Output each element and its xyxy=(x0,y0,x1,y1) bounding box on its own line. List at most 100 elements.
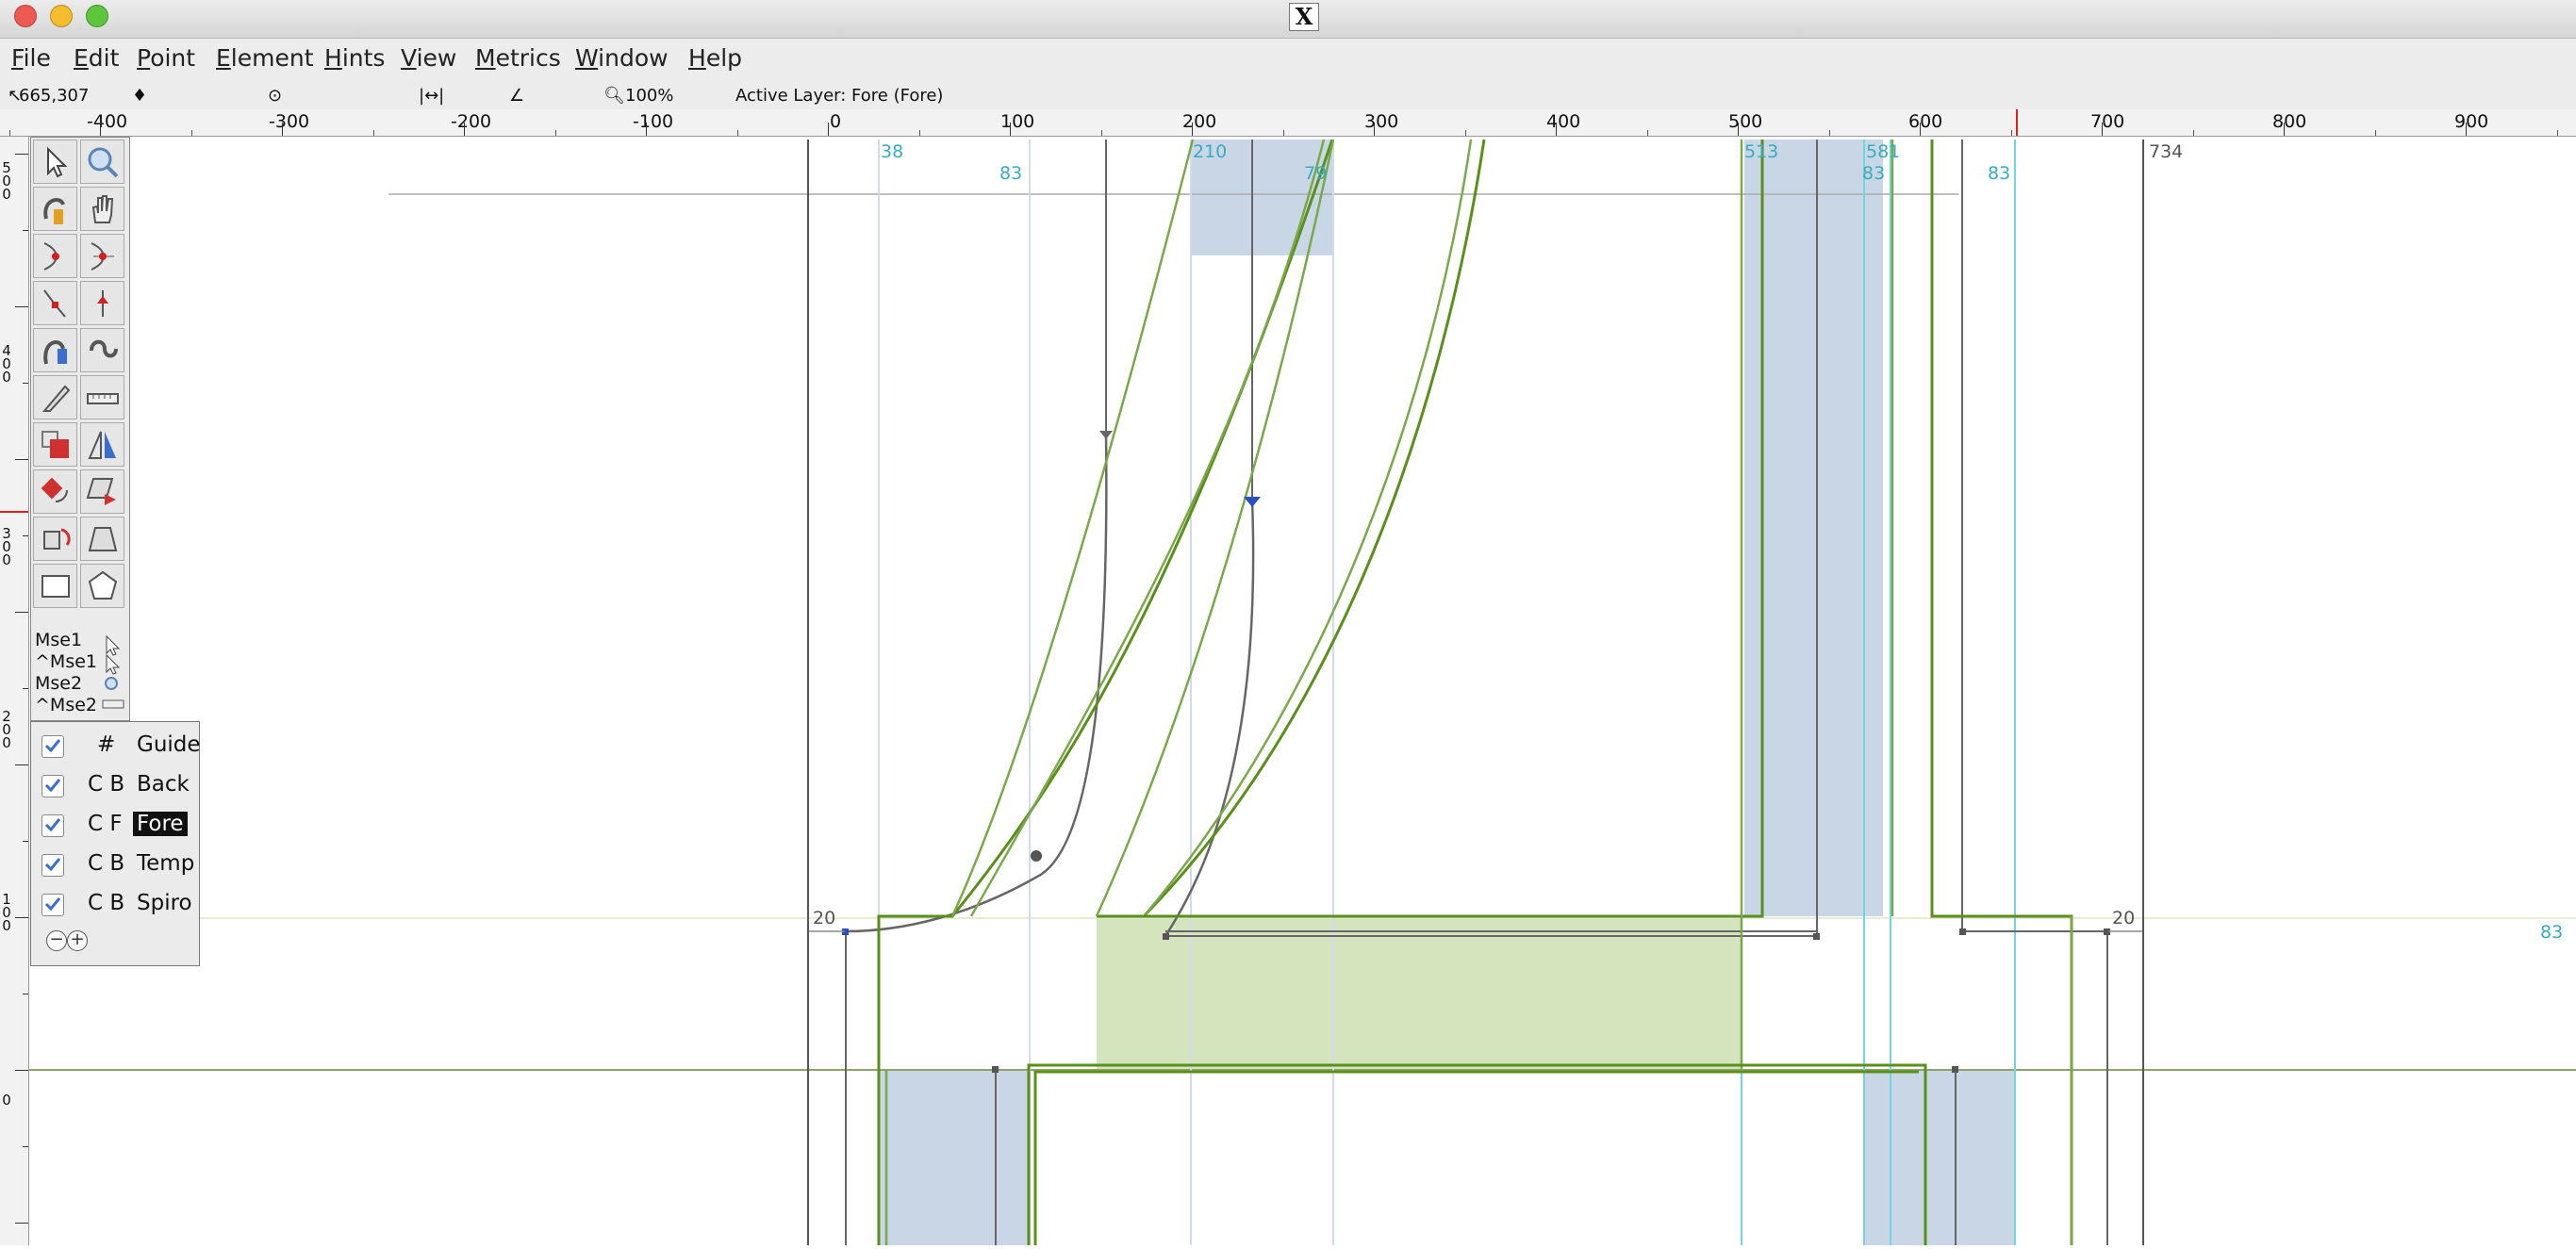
ruler-label: 900 xyxy=(2454,111,2489,132)
left-sidebearing-label: 20 xyxy=(813,908,835,929)
menu-window[interactable]: Window xyxy=(575,44,669,72)
control-point[interactable] xyxy=(1163,933,1169,940)
control-point[interactable] xyxy=(992,1066,999,1073)
pointer-tool[interactable] xyxy=(33,140,77,184)
layer-row-back[interactable]: C B Back xyxy=(39,767,193,803)
ruler-tick xyxy=(1374,123,1375,136)
magnify-tool[interactable] xyxy=(80,140,124,184)
rotate-icon xyxy=(41,477,68,502)
menu-file[interactable]: File xyxy=(11,44,51,72)
hint-region xyxy=(878,1070,1029,1245)
ruler-tick xyxy=(2102,123,2103,136)
menu-element[interactable]: Element xyxy=(216,44,314,72)
layer-name[interactable]: Temp xyxy=(133,851,198,876)
ruler-tick xyxy=(1556,123,1557,136)
layer-row-spiro[interactable]: C B Spiro xyxy=(39,886,193,922)
corner-point-tool[interactable] xyxy=(33,281,77,325)
control-point[interactable] xyxy=(1813,933,1820,940)
zoom-window-button[interactable] xyxy=(86,5,108,27)
layer-visible-checkbox[interactable] xyxy=(41,735,64,758)
distance-icon: |↔| xyxy=(419,86,445,106)
layer-visible-checkbox[interactable] xyxy=(41,775,64,797)
control-point[interactable] xyxy=(1099,431,1113,439)
rectangle-tool[interactable] xyxy=(33,564,77,608)
layer-name[interactable]: Fore xyxy=(133,812,188,836)
hint-region xyxy=(1744,140,1883,916)
hint-label: 83 xyxy=(2540,922,2563,943)
glyph-outline xyxy=(950,139,1195,917)
3d-rotate-tool[interactable] xyxy=(33,517,77,561)
freehand-icon xyxy=(42,197,65,224)
menu-view[interactable]: View xyxy=(401,44,456,72)
spiro-tool[interactable] xyxy=(80,328,124,372)
polygon-tool[interactable] xyxy=(80,564,124,608)
rectangle-icon xyxy=(41,574,70,598)
minimize-window-button[interactable] xyxy=(50,5,73,27)
glyph-canvas[interactable]: 38 83 210 79 513 581 83 83 734 20 20 83 xyxy=(29,137,2576,1245)
hint-label: 38 xyxy=(881,141,903,162)
background-curve xyxy=(1164,499,1255,937)
ruler-tick xyxy=(23,1146,28,1147)
tools-palette: Mse1 ^Mse1 Mse2 ^Mse2 xyxy=(30,137,130,721)
layer-flags: C B xyxy=(88,851,125,876)
layer-visible-checkbox[interactable] xyxy=(41,814,64,837)
ruler-tick xyxy=(23,841,28,842)
layer-name[interactable]: Guide xyxy=(133,732,205,757)
ruler-tick xyxy=(464,123,465,136)
pen-tool[interactable] xyxy=(33,328,77,372)
layer-flags: C B xyxy=(88,891,125,915)
menu-hints[interactable]: Hints xyxy=(324,44,385,72)
control-point[interactable] xyxy=(1031,850,1042,862)
curve-point-tool[interactable] xyxy=(33,234,77,278)
hint-label: 83 xyxy=(1988,163,2010,184)
menu-help[interactable]: Help xyxy=(688,44,742,72)
add-layer-button[interactable]: + xyxy=(67,930,88,951)
layer-row-guide[interactable]: # Guide xyxy=(39,728,201,764)
scale-tool[interactable] xyxy=(33,422,77,467)
scroll-tool[interactable] xyxy=(80,187,124,231)
layer-name[interactable]: Back xyxy=(133,772,193,797)
knife-tool[interactable] xyxy=(33,375,77,419)
checkmark-icon xyxy=(44,858,61,872)
scale-icon xyxy=(41,430,69,458)
menu-edit[interactable]: Edit xyxy=(74,44,119,72)
mouse-button-2-ctrl-label: ^Mse2 xyxy=(35,695,97,715)
freehand-tool[interactable] xyxy=(33,187,77,231)
skew-tool[interactable] xyxy=(80,469,124,514)
menu-bar: File Edit Point Element Hints View Metri… xyxy=(0,39,2576,84)
layer-row-fore[interactable]: C F Fore xyxy=(39,807,193,843)
ruler-tool[interactable] xyxy=(80,375,124,419)
selected-point[interactable] xyxy=(1244,497,1261,507)
ruler-tick xyxy=(15,764,28,765)
remove-layer-button[interactable]: − xyxy=(46,930,67,951)
control-point[interactable] xyxy=(1952,1066,1958,1073)
mouse-tool-icons xyxy=(102,634,124,709)
flip-tool[interactable] xyxy=(80,422,124,467)
mouse-button-1-ctrl-label: ^Mse1 xyxy=(35,651,97,672)
ruler-tick xyxy=(15,306,28,307)
ruler-tick xyxy=(2556,130,2558,136)
hand-icon xyxy=(91,194,113,223)
ruler-label: 500 xyxy=(1728,111,1763,132)
layer-visible-checkbox[interactable] xyxy=(41,894,64,916)
ruler-tick xyxy=(918,130,920,136)
rotate-tool[interactable] xyxy=(33,469,77,514)
magnify-icon xyxy=(88,147,118,177)
zoom-icon: 🔍︎ xyxy=(603,86,625,106)
ruler-label: 700 xyxy=(2090,111,2125,132)
layer-row-temp[interactable]: C B Temp xyxy=(39,846,194,882)
menu-point[interactable]: Point xyxy=(137,44,195,72)
menu-metrics[interactable]: Metrics xyxy=(475,44,561,72)
close-window-button[interactable] xyxy=(14,5,37,27)
perspective-tool[interactable] xyxy=(80,517,124,561)
glyph-drawing[interactable]: 38 83 210 79 513 581 83 83 734 20 20 83 xyxy=(29,137,2576,1245)
layer-visible-checkbox[interactable] xyxy=(41,854,64,877)
hv-curve-point-tool[interactable] xyxy=(80,234,124,278)
knife-icon xyxy=(41,385,70,412)
vertical-ruler-label: 400 xyxy=(2,342,11,386)
point-info-icon: ♦ xyxy=(132,86,148,106)
control-point[interactable] xyxy=(1959,929,1966,935)
ruler-tick xyxy=(2192,130,2194,136)
layer-name[interactable]: Spiro xyxy=(133,891,196,915)
tangent-point-tool[interactable] xyxy=(80,281,124,325)
